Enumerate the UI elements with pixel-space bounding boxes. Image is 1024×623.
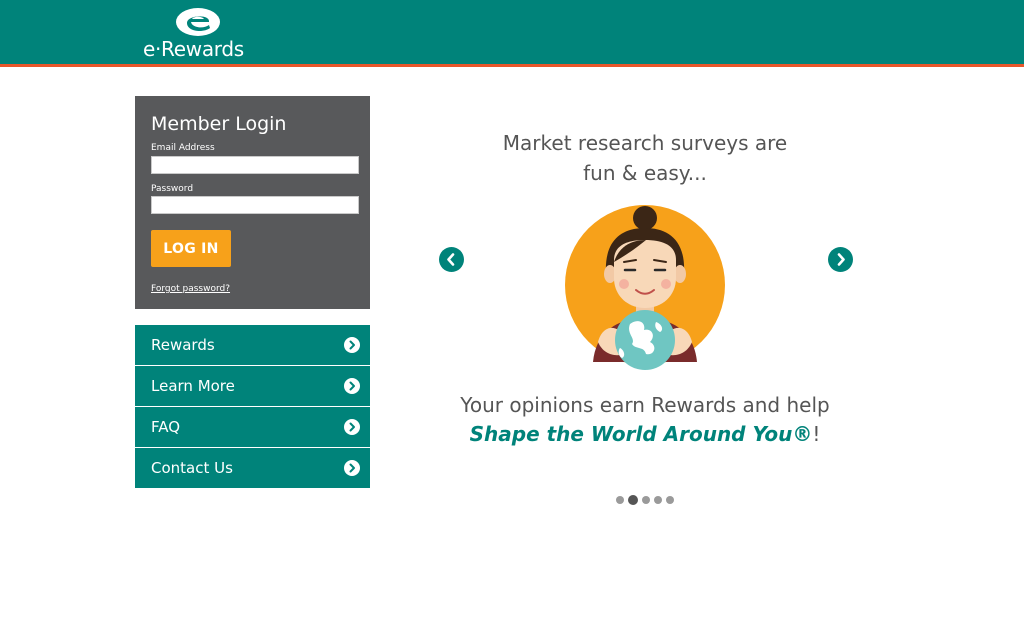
carousel-dot-5[interactable] (666, 496, 674, 504)
carousel-dot-2[interactable] (628, 495, 638, 505)
brand-name: e·Rewards (143, 37, 244, 61)
carousel-dot-1[interactable] (616, 496, 624, 504)
login-title: Member Login (151, 113, 287, 135)
person-holding-globe-illustration (565, 205, 725, 370)
nav-item-label: Rewards (151, 336, 215, 354)
password-label: Password (151, 184, 194, 194)
e-logo-icon (176, 8, 220, 36)
login-button[interactable]: LOG IN (151, 230, 231, 267)
chevron-right-icon (837, 253, 845, 266)
chevron-right-icon (344, 378, 360, 394)
slide-heading-line-2: fun & easy... (583, 161, 707, 185)
carousel-next-button[interactable] (828, 247, 853, 272)
email-field[interactable] (151, 156, 359, 174)
carousel-prev-button[interactable] (439, 247, 464, 272)
tagline-suffix: ! (812, 422, 821, 446)
nav-item-rewards[interactable]: Rewards (135, 325, 370, 365)
slide-caption-tagline: Shape the World Around You®! (420, 422, 870, 446)
nav-item-label: FAQ (151, 418, 181, 436)
site-header: e·Rewards (0, 0, 1024, 64)
forgot-password-link[interactable]: Forgot password? (151, 284, 230, 294)
password-field[interactable] (151, 196, 359, 214)
carousel-dot-3[interactable] (642, 496, 650, 504)
chevron-right-icon (344, 419, 360, 435)
nav-item-faq[interactable]: FAQ (135, 407, 370, 447)
chevron-left-icon (447, 253, 455, 266)
slide-heading: Market research surveys are (502, 131, 788, 155)
chevron-right-icon (344, 337, 360, 353)
email-label: Email Address (151, 143, 215, 153)
nav-item-contact-us[interactable]: Contact Us (135, 448, 370, 488)
carousel-dot-4[interactable] (654, 496, 662, 504)
nav-item-label: Contact Us (151, 459, 233, 477)
carousel-pagination (614, 495, 678, 505)
member-login-panel: Member Login Email Address Password LOG … (135, 96, 370, 309)
nav-item-label: Learn More (151, 377, 235, 395)
tagline-accent: Shape the World Around You® (469, 422, 813, 446)
chevron-right-icon (344, 460, 360, 476)
header-divider (0, 64, 1024, 67)
slide-caption: Your opinions earn Rewards and help (460, 393, 830, 417)
brand-logo[interactable]: e·Rewards (143, 6, 253, 61)
nav-item-learn-more[interactable]: Learn More (135, 366, 370, 406)
side-nav: Rewards Learn More FAQ Contact Us (135, 325, 370, 489)
